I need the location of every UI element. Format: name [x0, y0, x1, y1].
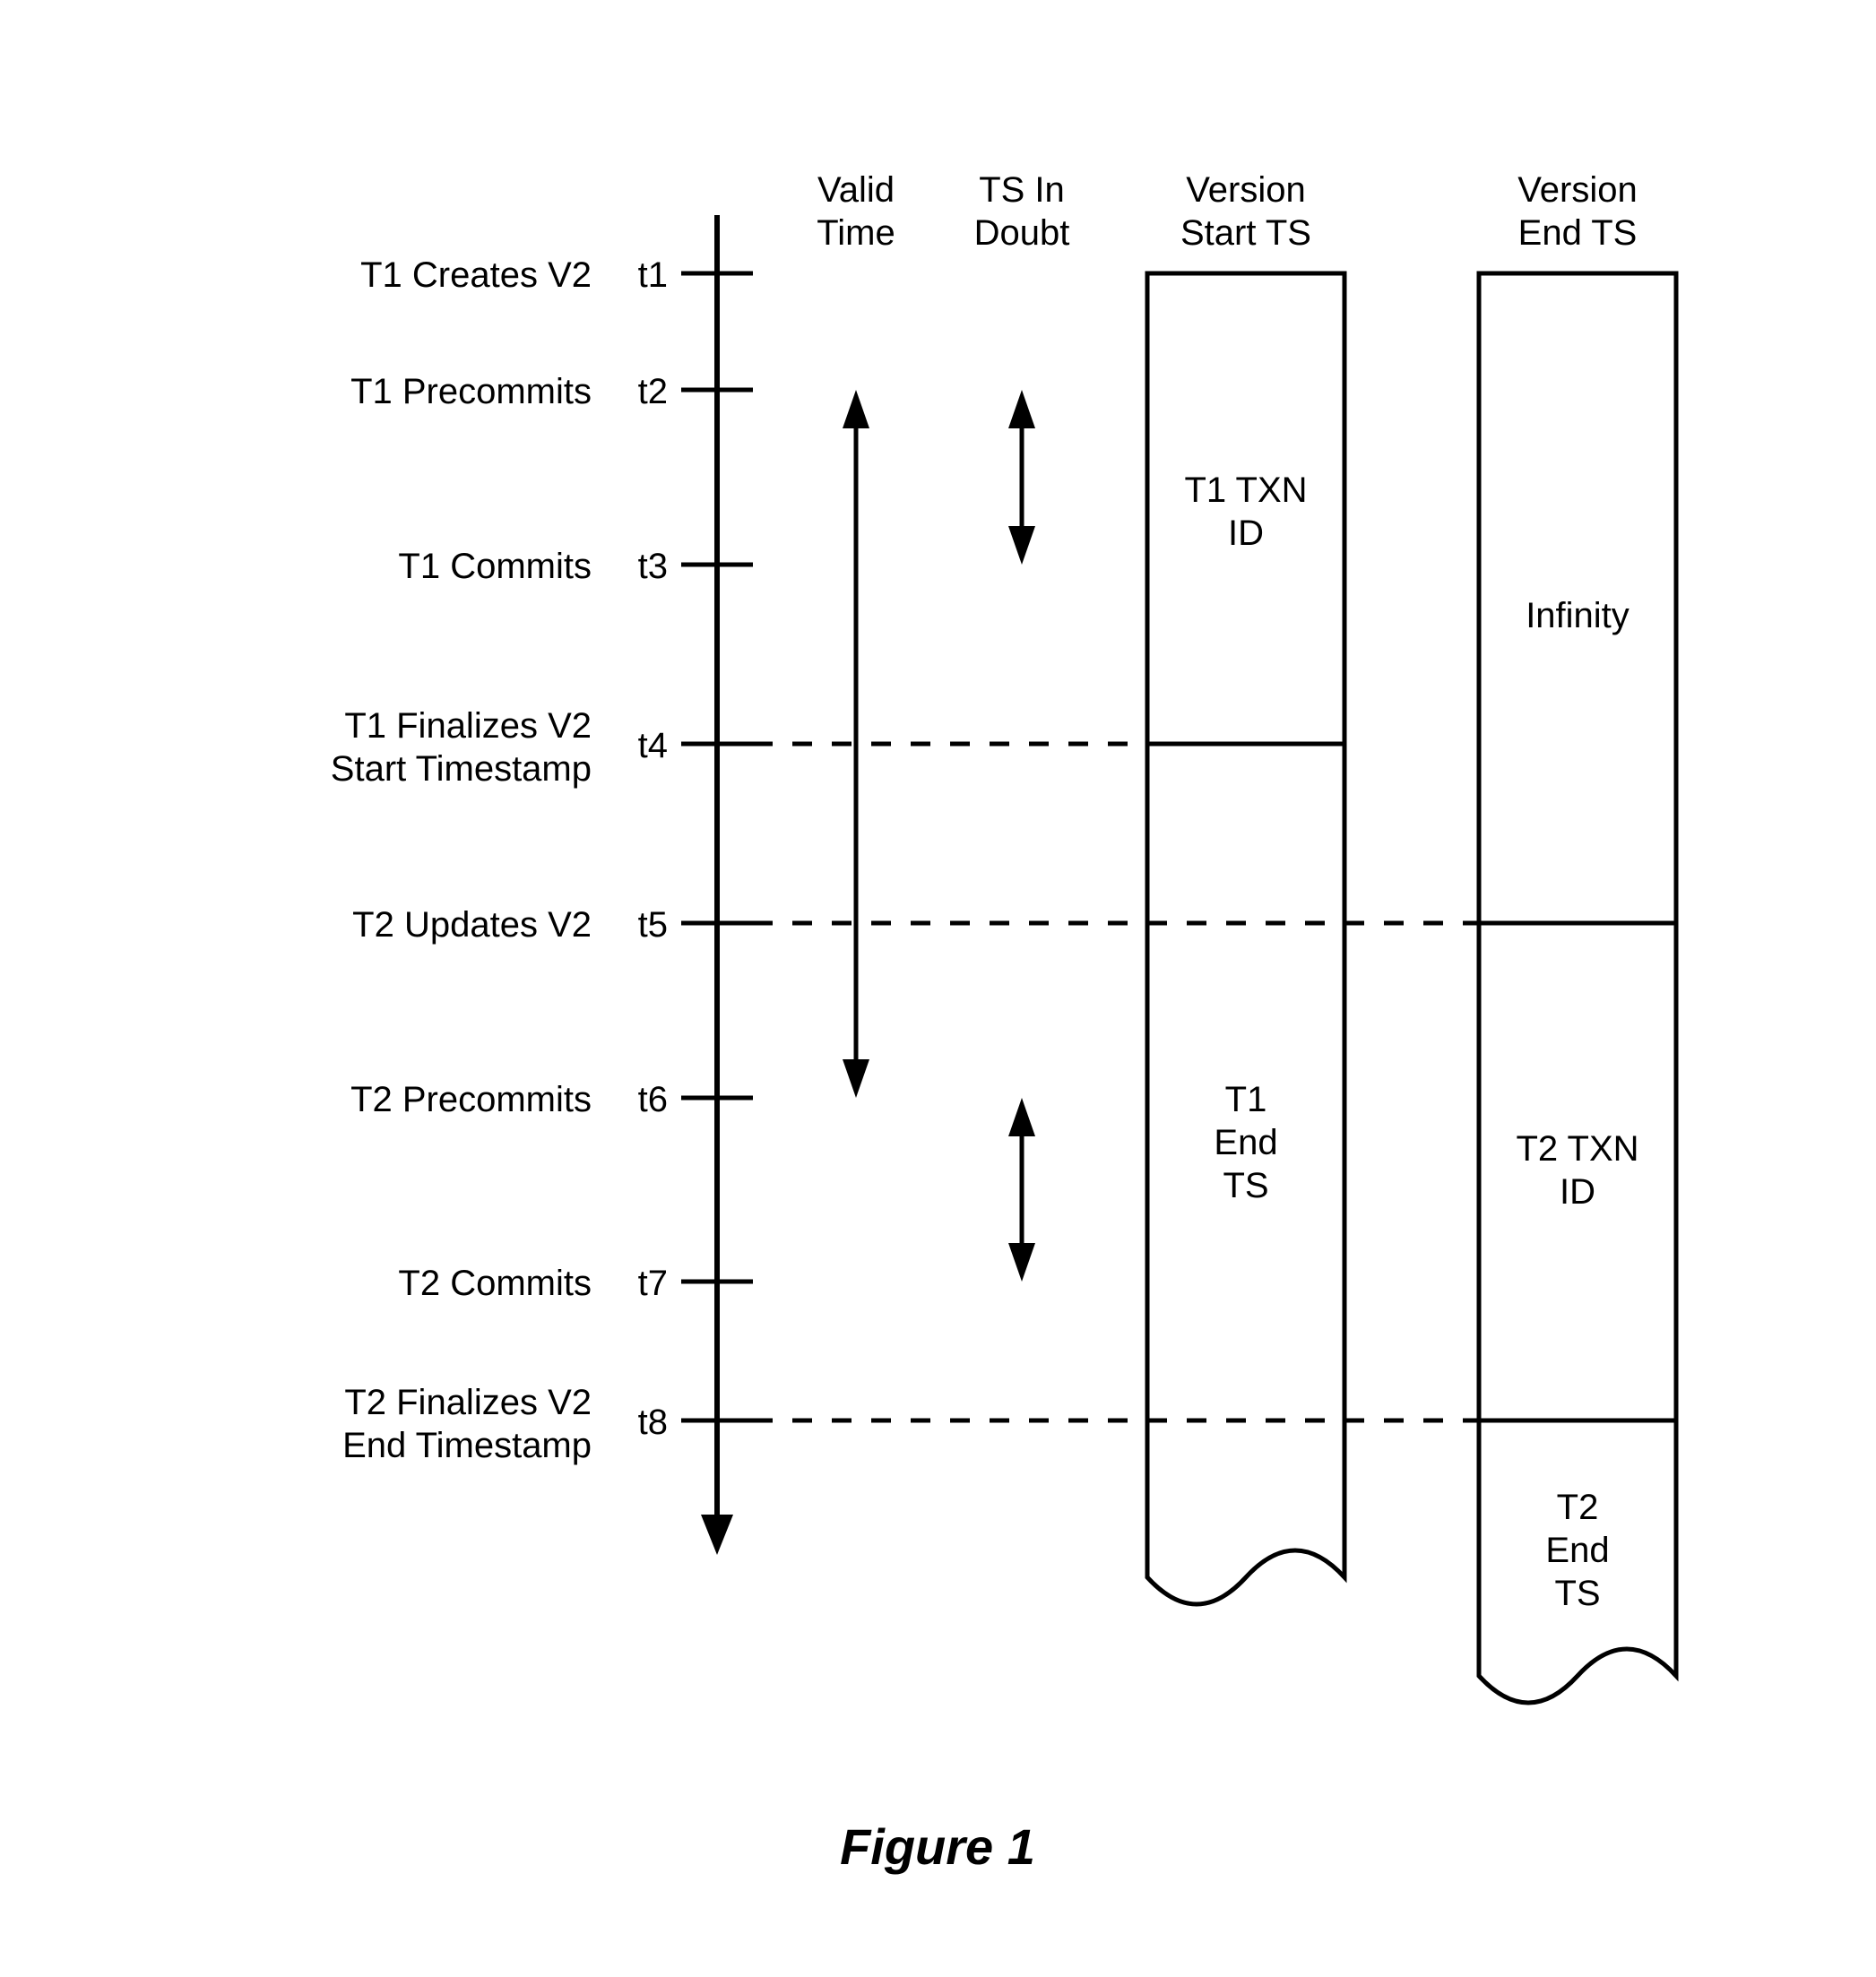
- event-label: T2 Updates V2: [352, 905, 592, 945]
- event-label: T2 Precommits: [350, 1080, 592, 1119]
- event-label: End Timestamp: [342, 1426, 592, 1465]
- tick-label: t8: [638, 1403, 668, 1442]
- event-label: T1 Commits: [398, 547, 592, 586]
- event-label: T1 Finalizes V2: [344, 706, 592, 746]
- tick-label: t2: [638, 372, 668, 411]
- tick-label: t5: [638, 905, 668, 945]
- tick-label: t6: [638, 1080, 668, 1119]
- time-axis-arrowhead-icon: [701, 1515, 733, 1555]
- tick-label: t7: [638, 1264, 668, 1303]
- header-version-end-1: Version: [1517, 170, 1637, 210]
- arrowhead-down-icon: [843, 1059, 869, 1098]
- header-version-end-2: End TS: [1518, 213, 1638, 253]
- cell-text: TS: [1554, 1574, 1600, 1613]
- cell-text: T2 TXN: [1516, 1129, 1638, 1169]
- cell-text: End: [1214, 1123, 1277, 1162]
- arrowhead-down-icon: [1008, 1243, 1035, 1282]
- event-label: T1 Precommits: [350, 372, 592, 411]
- header-valid-time-1: Valid: [817, 170, 895, 210]
- cell-text: TS: [1223, 1166, 1268, 1205]
- event-label: Start Timestamp: [331, 749, 592, 789]
- arrowhead-up-icon: [1008, 1098, 1035, 1136]
- tick-label: t3: [638, 547, 668, 586]
- cell-text: ID: [1228, 514, 1264, 553]
- cell-text: ID: [1560, 1172, 1595, 1212]
- cell-text: End: [1545, 1531, 1609, 1570]
- arrowhead-up-icon: [843, 390, 869, 428]
- cell-text: T1 TXN: [1184, 471, 1307, 510]
- cell-text: Infinity: [1526, 596, 1630, 635]
- event-label: T1 Creates V2: [360, 255, 592, 295]
- cell-text: T2: [1557, 1488, 1599, 1527]
- header-version-start-1: Version: [1186, 170, 1305, 210]
- tick-label: t1: [638, 255, 668, 295]
- figure-caption: Figure 1: [840, 1818, 1035, 1875]
- cell-text: T1: [1225, 1080, 1267, 1119]
- header-ts-in-doubt-1: TS In: [979, 170, 1065, 210]
- arrowhead-up-icon: [1008, 390, 1035, 428]
- header-ts-in-doubt-2: Doubt: [974, 213, 1070, 253]
- arrowhead-down-icon: [1008, 526, 1035, 565]
- header-valid-time-2: Time: [817, 213, 895, 253]
- event-label: T2 Commits: [398, 1264, 592, 1303]
- tick-label: t4: [638, 726, 668, 765]
- diagram-svg: Valid Time TS In Doubt Version Start TS …: [0, 0, 1876, 1977]
- header-version-start-2: Start TS: [1180, 213, 1311, 253]
- event-label: T2 Finalizes V2: [344, 1383, 592, 1422]
